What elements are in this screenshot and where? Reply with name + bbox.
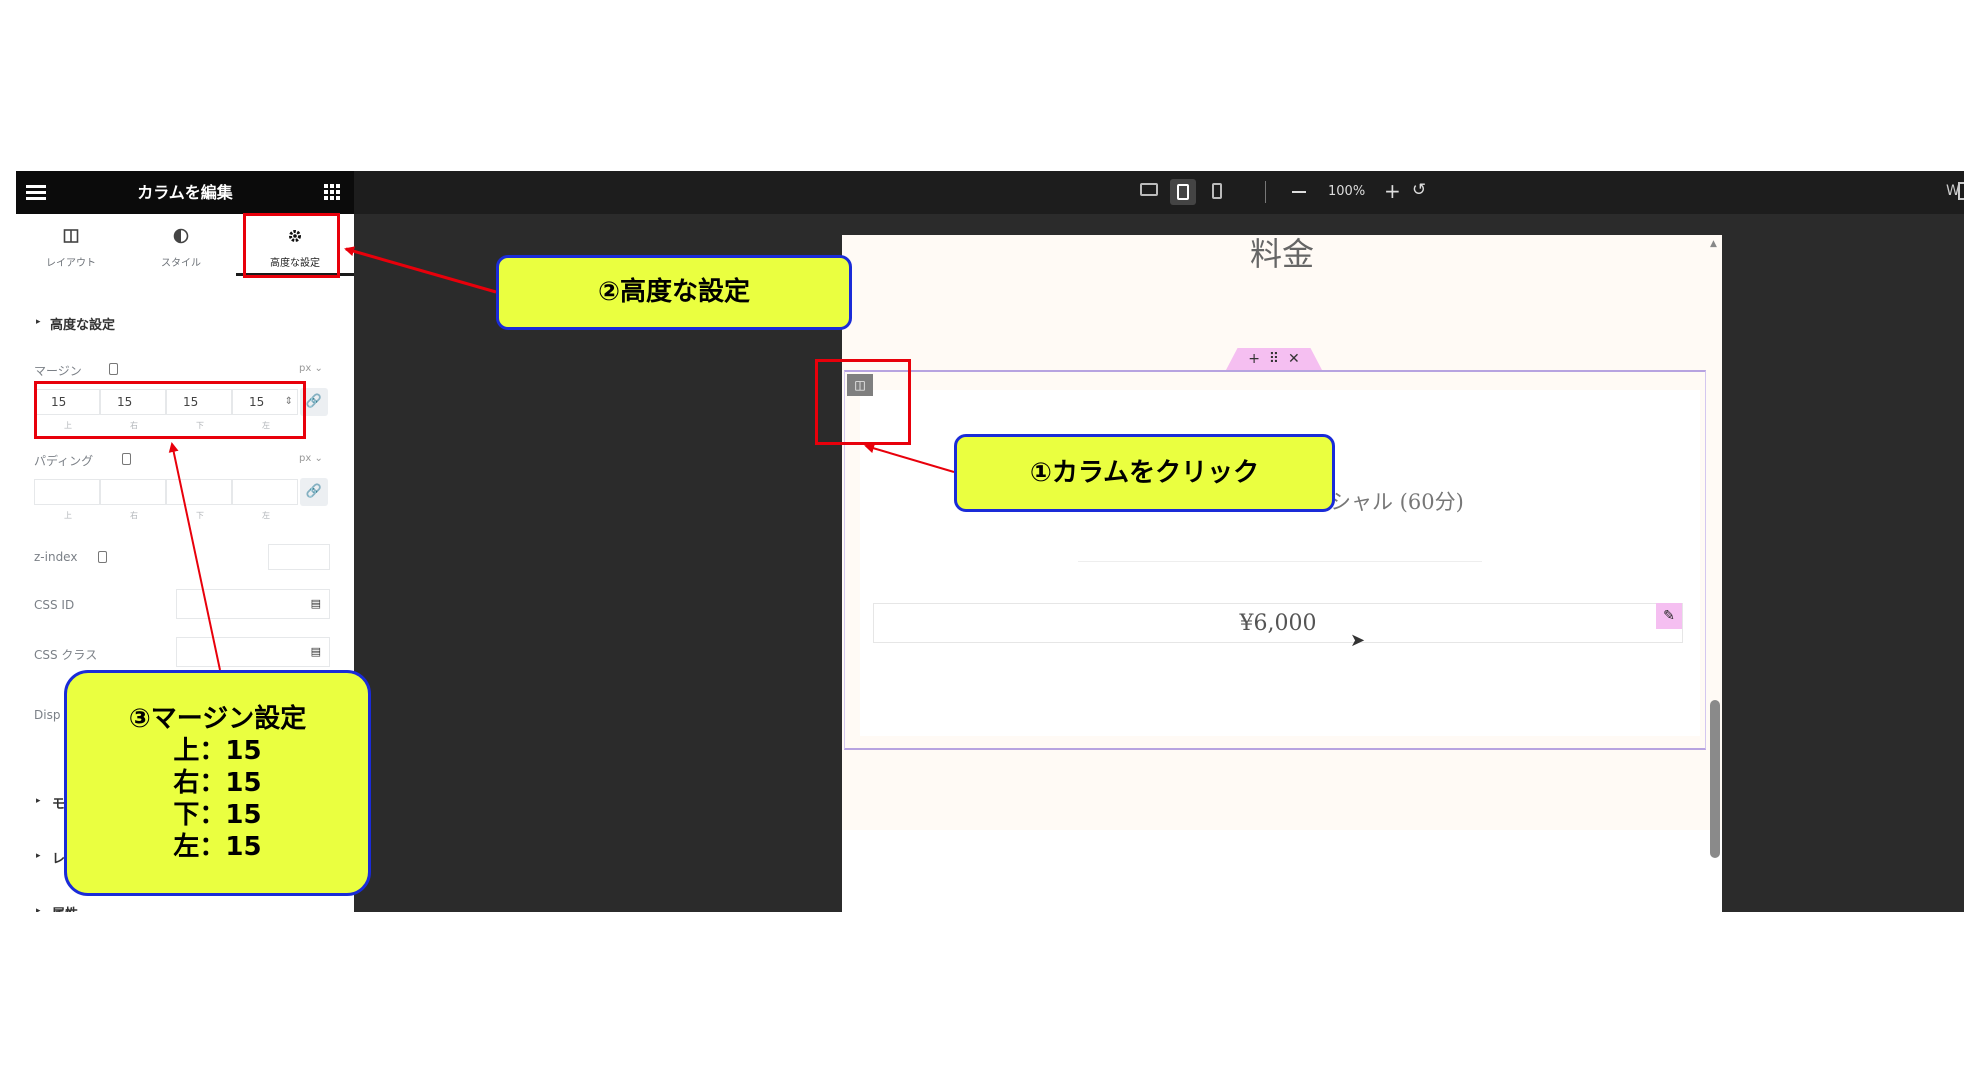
padding-sub-bottom: 下 — [196, 511, 204, 520]
tab-label: レイアウト — [46, 258, 96, 269]
add-icon[interactable]: + — [1248, 351, 1260, 367]
pencil-icon: ✎ — [1663, 608, 1675, 624]
link-icon: 🔗 — [305, 394, 323, 409]
dynamic-tags-icon[interactable]: ▤ — [311, 592, 321, 616]
edit-widget-button[interactable]: ✎ — [1656, 603, 1682, 629]
callout-margin-settings: ③マージン設定 上：15 右：15 下：15 左：15 — [64, 670, 371, 896]
device-icon[interactable] — [98, 551, 107, 563]
section-title[interactable]: 高度な設定 — [50, 314, 115, 333]
unit-label: px — [299, 363, 312, 374]
tab-style[interactable]: スタイル — [126, 214, 236, 274]
divider — [1078, 561, 1482, 562]
css-id-label: CSS ID — [34, 598, 75, 612]
zoom-level: 100% — [1328, 184, 1366, 199]
tab-label: スタイル — [161, 258, 201, 269]
dynamic-tags-icon[interactable]: ▤ — [311, 640, 321, 664]
zoom-out-icon[interactable] — [1292, 191, 1306, 193]
callout-title: ③マージン設定 — [128, 704, 307, 734]
device-frame-icon — [1958, 182, 1964, 200]
display-label: Disp — [34, 708, 61, 722]
close-icon[interactable]: ✕ — [1288, 351, 1300, 367]
unit-select[interactable]: px ⌄ — [299, 453, 323, 464]
css-class-label: CSS クラス — [34, 648, 98, 662]
drag-icon[interactable]: ⠿ — [1269, 351, 1279, 367]
highlight-margin-inputs — [34, 381, 306, 439]
padding-bottom-input[interactable] — [166, 479, 232, 505]
device-icon[interactable] — [122, 453, 131, 465]
zindex-input[interactable] — [268, 544, 330, 570]
scroll-up-arrow[interactable]: ▲ — [1710, 239, 1717, 249]
panel-title: カラムを編集 — [137, 183, 233, 202]
caret-right-icon: ▸ — [36, 851, 41, 861]
callout-click-column: ①カラムをクリック — [954, 434, 1335, 512]
contrast-icon — [173, 228, 189, 244]
section-handle[interactable]: + ⠿ ✕ — [1226, 348, 1322, 370]
panel-header: カラムを編集 — [16, 171, 354, 214]
padding-label: パディング — [34, 454, 94, 468]
tablet-icon — [1177, 184, 1189, 200]
link-values-button[interactable]: 🔗 — [300, 478, 328, 506]
padding-sub-left: 左 — [262, 511, 270, 520]
tab-layout[interactable]: レイアウト — [16, 214, 126, 274]
divider — [1265, 181, 1266, 203]
zindex-label: z-index — [34, 550, 78, 564]
callout-line: 右：15 — [173, 768, 262, 798]
callout-line: 下：15 — [173, 800, 262, 830]
tablet-button[interactable] — [1170, 179, 1196, 205]
highlight-column-handle — [815, 359, 911, 445]
mouse-cursor-icon: ➤ — [1350, 630, 1366, 651]
preview-lower-area — [842, 830, 1722, 912]
css-class-input[interactable]: ▤ — [176, 637, 330, 667]
section-attributes[interactable]: 属性 — [52, 903, 78, 912]
link-icon: 🔗 — [305, 484, 323, 499]
css-id-input[interactable]: ▤ — [176, 589, 330, 619]
margin-label: マージン — [34, 364, 82, 378]
top-toolbar: 100% + ↺ W — [354, 171, 1964, 214]
desktop-icon[interactable] — [1140, 183, 1158, 196]
caret-down-icon: ▸ — [36, 317, 41, 327]
callout-line: 上：15 — [173, 736, 262, 766]
layout-icon — [63, 229, 79, 243]
caret-right-icon: ▸ — [36, 906, 41, 912]
zoom-in-icon[interactable]: + — [1384, 179, 1401, 203]
callout-advanced-settings: ②高度な設定 — [496, 255, 852, 330]
highlight-advanced-tab — [243, 213, 340, 278]
padding-right-input[interactable] — [100, 479, 166, 505]
price-widget[interactable]: ¥6,000 — [873, 603, 1683, 643]
scrollbar-thumb[interactable] — [1710, 700, 1720, 858]
padding-left-input[interactable] — [232, 479, 298, 505]
device-icon[interactable] — [109, 363, 118, 375]
widgets-grid-icon[interactable] — [324, 184, 340, 200]
unit-select[interactable]: px ⌄ — [299, 363, 323, 374]
preview-heading: 料金 — [1249, 235, 1314, 273]
price-text: ¥6,000 — [1239, 611, 1317, 636]
caret-right-icon: ▸ — [36, 796, 41, 806]
padding-sub-top: 上 — [64, 511, 72, 520]
callout-line: 左：15 — [173, 832, 262, 862]
padding-top-input[interactable] — [34, 479, 100, 505]
mobile-icon[interactable] — [1212, 183, 1222, 199]
menu-title: シャル (60分) — [1330, 490, 1464, 514]
padding-sub-right: 右 — [130, 511, 138, 520]
unit-label: px — [299, 453, 312, 464]
reset-zoom-icon[interactable]: ↺ — [1412, 180, 1426, 200]
